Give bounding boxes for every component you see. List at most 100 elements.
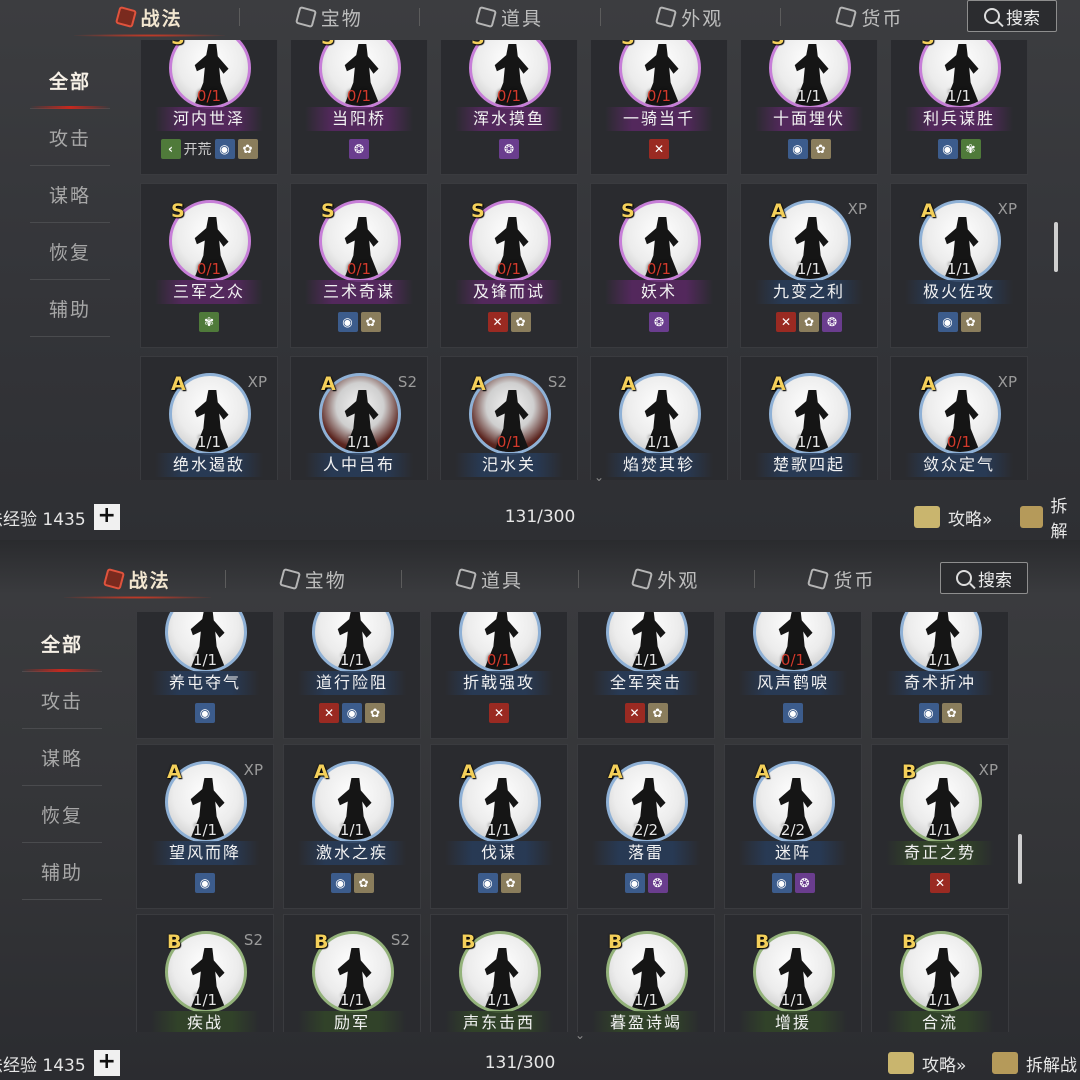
tab-2[interactable]: 道具	[402, 562, 577, 596]
skill-card[interactable]: A 0/1 折戟强攻 ✕	[430, 612, 568, 739]
skill-card[interactable]: B XP 1/1 奇正之势 ✕	[871, 744, 1009, 909]
skill-card[interactable]: B 1/1 暮盈诗竭	[577, 914, 715, 1032]
skill-name: 折戟强攻	[445, 671, 553, 695]
appearance-icon	[631, 567, 654, 591]
grade-badge: A	[921, 200, 936, 222]
sidebar-item-1[interactable]: 攻击	[22, 672, 102, 729]
skill-card[interactable]: A XP 0/1 敛众定气	[890, 356, 1028, 480]
tab-1[interactable]: 宝物	[226, 562, 401, 596]
skill-name: 落雷	[592, 841, 700, 865]
grade-badge: B	[902, 761, 917, 783]
skill-card[interactable]: A 2/2 落雷 ◉ ❂	[577, 744, 715, 909]
skill-card[interactable]: A 0/1 风声鹤唳 ◉	[724, 612, 862, 739]
scrollbar[interactable]	[1018, 834, 1022, 884]
grade-badge: A	[171, 373, 186, 395]
skill-card[interactable]: A 1/1 焰焚其轸	[590, 356, 728, 480]
skill-card[interactable]: S 0/1 妖术 ❂	[590, 183, 728, 348]
item-icon	[474, 5, 498, 29]
skill-name: 伐谋	[445, 841, 553, 865]
tab-3[interactable]: 外观	[579, 562, 754, 596]
tab-4[interactable]: 货币	[755, 562, 930, 596]
search-button[interactable]: 搜索	[967, 0, 1057, 32]
sidebar-item-0[interactable]: 全部	[30, 52, 110, 109]
skill-name: 三军之众	[155, 280, 263, 304]
grade-badge: B	[608, 931, 623, 953]
scrollbar[interactable]	[1054, 222, 1058, 272]
tab-1[interactable]: 宝物	[240, 0, 419, 34]
tab-2[interactable]: 道具	[420, 0, 599, 34]
skill-name: 绝水遏敌	[155, 453, 263, 477]
skill-name: 奇术折冲	[886, 671, 994, 695]
skill-card[interactable]: A 1/1 激水之疾 ◉ ✿	[283, 744, 421, 909]
guide-link[interactable]: 攻略»	[888, 1051, 966, 1076]
skill-card[interactable]: A 2/2 迷阵 ◉ ❂	[724, 744, 862, 909]
skill-card[interactable]: S 1/1 利兵谋胜 ◉✾	[890, 40, 1028, 175]
trait-icons: ◉ ✿	[291, 312, 427, 332]
skill-card[interactable]: B S2 1/1 励军	[283, 914, 421, 1032]
chevron-down-icon: ⌄	[575, 1028, 586, 1042]
skill-card[interactable]: A 1/1 养屯夺气 ◉	[136, 612, 274, 739]
sidebar-item-3[interactable]: 恢复	[30, 223, 110, 280]
owned-count: 1/1	[192, 821, 218, 839]
skill-card[interactable]: B 1/1 声东击西	[430, 914, 568, 1032]
tab-4[interactable]: 货币	[781, 0, 960, 34]
disassemble-button[interactable]: 拆解	[1020, 492, 1080, 540]
skill-card[interactable]: A XP 1/1 绝水遏敌	[140, 356, 278, 480]
grade-badge: B	[167, 931, 182, 953]
skill-card[interactable]: A 1/1 道行险阻 ✕◉✿	[283, 612, 421, 739]
owned-count: 0/1	[196, 87, 222, 105]
tab-3[interactable]: 外观	[601, 0, 780, 34]
skill-card[interactable]: A 1/1 伐谋 ◉ ✿	[430, 744, 568, 909]
skill-card[interactable]: A S2 0/1 汜水关	[440, 356, 578, 480]
skill-card[interactable]: S 0/1 浑水摸鱼 ❂	[440, 40, 578, 175]
sidebar-item-1[interactable]: 攻击	[30, 109, 110, 166]
skill-card[interactable]: A 1/1 全军突击 ✕✿	[577, 612, 715, 739]
skill-card[interactable]: S 0/1 河内世泽 ‹开荒◉✿	[140, 40, 278, 175]
disassemble-button[interactable]: 拆解战	[992, 1051, 1077, 1076]
sidebar-item-4[interactable]: 辅助	[22, 843, 102, 900]
skill-card[interactable]: S 0/1 当阳桥 ❂	[290, 40, 428, 175]
guide-link[interactable]: 攻略»	[914, 505, 992, 530]
grade-badge: A	[314, 612, 329, 613]
trait-icons: ❂	[591, 312, 727, 332]
trait-icons: ◉	[137, 703, 273, 723]
tab-0[interactable]: 战法	[50, 562, 225, 599]
sidebar-item-0[interactable]: 全部	[22, 615, 102, 672]
skill-card[interactable]: A XP 1/1 望风而降 ◉	[136, 744, 274, 909]
tab-0[interactable]: 战法	[60, 0, 239, 37]
tab-label: 道具	[481, 569, 524, 592]
sidebar-item-2[interactable]: 谋略	[22, 729, 102, 786]
skill-card[interactable]: B S2 1/1 疾战	[136, 914, 274, 1032]
skill-card[interactable]: B 1/1 增援	[724, 914, 862, 1032]
skill-card[interactable]: S 0/1 一骑当千 ✕	[590, 40, 728, 175]
blue-trait-icon: ◉	[337, 312, 358, 332]
sidebar-item-3[interactable]: 恢复	[22, 786, 102, 843]
grade-badge: A	[755, 761, 770, 783]
card-grid: A1/1养屯夺气◉A1/1道行险阻✕◉✿A0/1折戟强攻✕A1/1全军突击✕✿A…	[136, 612, 1026, 1032]
skill-card[interactable]: A S2 1/1 人中吕布	[290, 356, 428, 480]
skill-card[interactable]: A 1/1 楚歌四起	[740, 356, 878, 480]
sidebar-item-2[interactable]: 谋略	[30, 166, 110, 223]
owned-count: 1/1	[339, 991, 365, 1009]
owned-count: 1/1	[946, 87, 972, 105]
grade-badge: S	[321, 200, 335, 222]
blue-trait-icon: ◉	[195, 873, 215, 893]
search-button[interactable]: 搜索	[940, 562, 1028, 594]
skill-card[interactable]: S 1/1 十面埋伏 ◉✿	[740, 40, 878, 175]
skill-card[interactable]: A XP 1/1 极火佐攻 ◉ ✿	[890, 183, 1028, 348]
sidebar-item-4[interactable]: 辅助	[30, 280, 110, 337]
skill-card[interactable]: B 1/1 合流	[871, 914, 1009, 1032]
grade-badge: S	[171, 40, 185, 49]
green-trait-icon: ✾	[960, 139, 981, 159]
version-tag: XP	[997, 373, 1017, 391]
skill-card[interactable]: A 1/1 奇术折冲 ◉✿	[871, 612, 1009, 739]
version-tag: XP	[847, 200, 867, 218]
skill-card[interactable]: S 0/1 三术奇谋 ◉ ✿	[290, 183, 428, 348]
trait-icons: ❂	[441, 139, 577, 159]
skill-name: 迷阵	[739, 841, 847, 865]
skill-card[interactable]: A XP 1/1 九变之利 ✕ ✿ ❂	[740, 183, 878, 348]
skill-card[interactable]: S 0/1 及锋而试 ✕ ✿	[440, 183, 578, 348]
owned-count: 0/1	[486, 651, 512, 669]
skill-card[interactable]: S 0/1 三军之众 ✾	[140, 183, 278, 348]
trait-icons: ◉	[725, 703, 861, 723]
